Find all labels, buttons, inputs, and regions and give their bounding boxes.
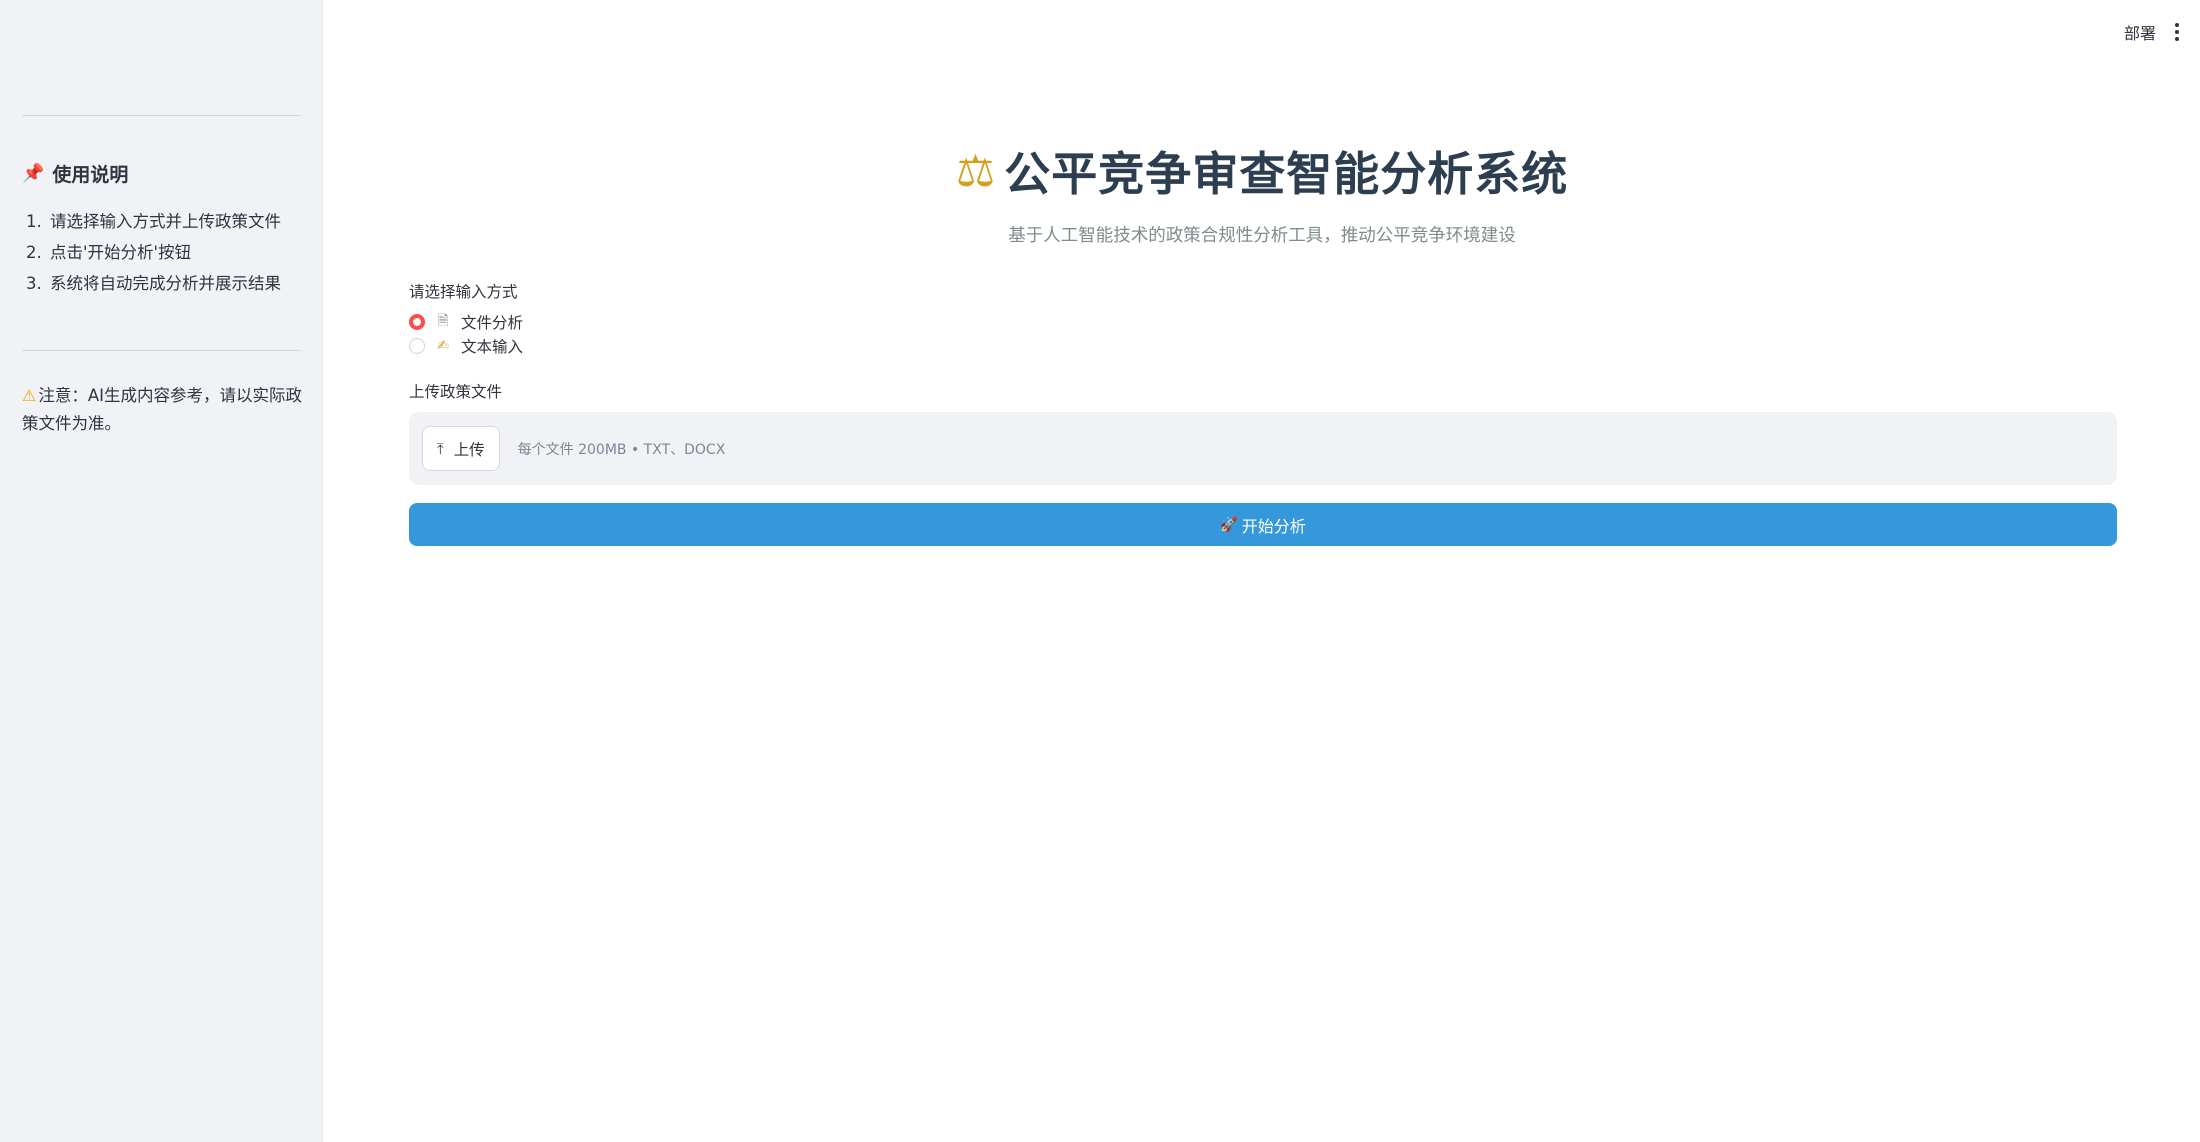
radio-button-selected[interactable] xyxy=(409,314,425,330)
list-item-text: 点击'开始分析'按钮 xyxy=(50,243,192,262)
analysis-form: 请选择输入方式 🗎 文件分析 ✍ 文本输入 上传政策文件 ⤒ 上传 每个文件 2… xyxy=(409,280,2117,546)
disclaimer-note: ⚠ 注意：AI生成内容参考，请以实际政策文件为准。 xyxy=(22,382,307,438)
list-item-text: 系统将自动完成分析并展示结果 xyxy=(50,274,281,293)
writing-hand-icon: ✍ xyxy=(437,338,449,354)
list-item-number: 3. xyxy=(26,274,42,293)
warning-icon: ⚠ xyxy=(22,386,37,405)
radio-option-text[interactable]: ✍ 文本输入 xyxy=(409,334,2117,358)
app-root: 📌 使用说明 1. 请选择输入方式并上传政策文件 2. 点击'开始分析'按钮 3… xyxy=(0,0,2200,1142)
start-analysis-button[interactable]: 🚀 开始分析 xyxy=(409,503,2117,546)
disclaimer-text: 注意：AI生成内容参考，请以实际政策文件为准。 xyxy=(22,386,302,433)
page-subtitle: 基于人工智能技术的政策合规性分析工具，推动公平竞争环境建设 xyxy=(1008,226,1516,246)
rocket-icon: 🚀 xyxy=(1220,516,1238,533)
document-icon: 🗎 xyxy=(437,313,449,329)
pin-icon: 📌 xyxy=(22,163,45,184)
list-item-number: 2. xyxy=(26,243,42,262)
file-uploader-dropzone[interactable]: ⤒ 上传 每个文件 200MB • TXT、DOCX xyxy=(409,412,2117,485)
balance-scale-icon: ⚖ xyxy=(955,145,997,197)
sidebar-title-text: 使用说明 xyxy=(52,164,129,186)
input-mode-radio-group: 🗎 文件分析 ✍ 文本输入 xyxy=(409,310,2117,358)
page-title-text: 公平竞争审查智能分析系统 xyxy=(1004,147,1569,201)
main-content: ⚖ 公平竞争审查智能分析系统 基于人工智能技术的政策合规性分析工具，推动公平竞争… xyxy=(324,0,2200,1142)
upload-label: 上传政策文件 xyxy=(409,383,503,401)
radio-option-label: 文件分析 xyxy=(461,314,524,332)
input-mode-label: 请选择输入方式 xyxy=(409,283,518,301)
radio-button[interactable] xyxy=(409,338,425,354)
instructions-list: 1. 请选择输入方式并上传政策文件 2. 点击'开始分析'按钮 3. 系统将自动… xyxy=(26,206,281,299)
radio-option-label: 文本输入 xyxy=(461,338,524,356)
sidebar: 📌 使用说明 1. 请选择输入方式并上传政策文件 2. 点击'开始分析'按钮 3… xyxy=(0,0,323,1142)
upload-hint: 每个文件 200MB • TXT、DOCX xyxy=(517,441,726,458)
sidebar-divider xyxy=(22,350,301,351)
start-analysis-label: 开始分析 xyxy=(1241,516,1306,536)
sidebar-title: 📌 使用说明 xyxy=(22,160,128,187)
page-header: ⚖ 公平竞争审查智能分析系统 基于人工智能技术的政策合规性分析工具，推动公平竞争… xyxy=(324,138,2200,247)
list-item-text: 请选择输入方式并上传政策文件 xyxy=(50,212,281,231)
upload-button[interactable]: ⤒ 上传 xyxy=(422,426,500,471)
list-item: 1. 请选择输入方式并上传政策文件 xyxy=(26,206,281,237)
sidebar-divider xyxy=(22,115,301,116)
list-item: 3. 系统将自动完成分析并展示结果 xyxy=(26,268,281,299)
radio-option-file[interactable]: 🗎 文件分析 xyxy=(409,310,2117,334)
list-item-number: 1. xyxy=(26,212,42,231)
page-title: ⚖ 公平竞争审查智能分析系统 xyxy=(956,138,1568,204)
list-item: 2. 点击'开始分析'按钮 xyxy=(26,237,281,268)
upload-icon: ⤒ xyxy=(437,439,444,458)
upload-button-label: 上传 xyxy=(453,440,485,459)
